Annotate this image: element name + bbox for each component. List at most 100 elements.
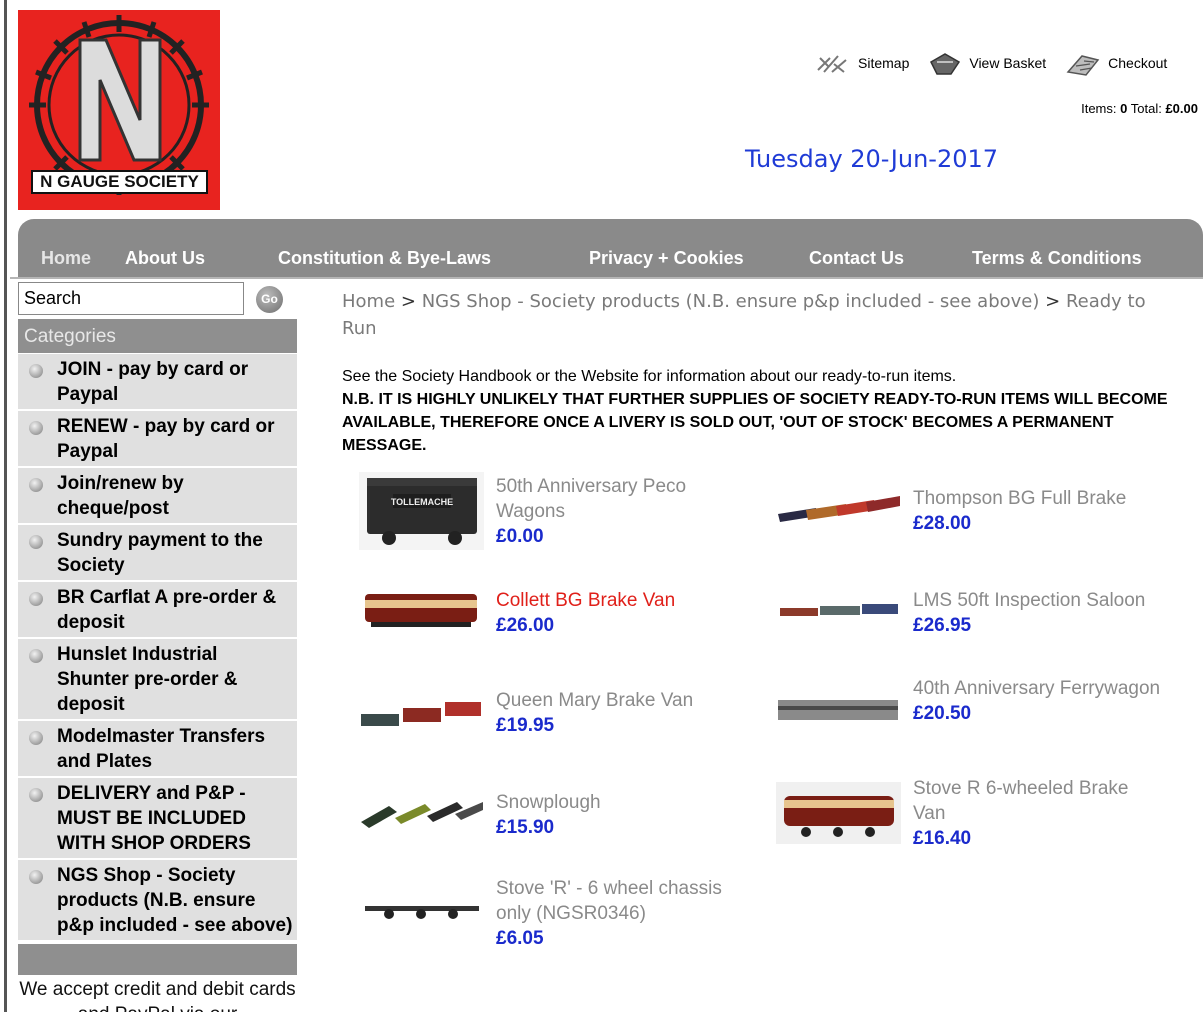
product-image-stove-chassis[interactable] (359, 888, 484, 928)
nav-about-us[interactable]: About Us (125, 248, 205, 269)
breadcrumb: Home > NGS Shop - Society products (N.B.… (342, 288, 1182, 342)
product-card[interactable]: TOLLEMACHE 50th Anniversary Peco Wagons … (359, 472, 739, 562)
bullet-icon (29, 364, 43, 378)
checkout-link[interactable]: Checkout (1064, 50, 1167, 76)
category-item-modelmaster[interactable]: Modelmaster Transfers and Plates (18, 721, 297, 778)
product-image-ferrywagon[interactable] (776, 692, 901, 728)
breadcrumb-home[interactable]: Home (342, 291, 395, 312)
view-basket-label: View Basket (969, 55, 1047, 71)
bullet-icon (29, 535, 43, 549)
product-name[interactable]: LMS 50ft Inspection Saloon (913, 588, 1163, 613)
items-label: Items: (1081, 101, 1117, 116)
bullet-icon (29, 731, 43, 745)
product-price: £26.00 (496, 615, 555, 636)
site-logo[interactable]: N GAUGE SOCIETY (18, 10, 220, 210)
bullet-icon (29, 421, 43, 435)
search-input[interactable] (18, 282, 244, 315)
category-label: DELIVERY and P&P - MUST BE INCLUDED WITH… (57, 783, 251, 854)
sitemap-link[interactable]: Sitemap (816, 52, 909, 74)
category-item-carflat[interactable]: BR Carflat A pre-order & deposit (18, 582, 297, 639)
basket-total: £0.00 (1165, 101, 1198, 116)
nav-home[interactable]: Home (41, 248, 91, 269)
breadcrumb-category[interactable]: NGS Shop - Society products (N.B. ensure… (422, 291, 1040, 312)
product-name[interactable]: Stove R 6-wheeled Brake Van (913, 776, 1163, 826)
intro-line: See the Society Handbook or the Website … (342, 368, 957, 385)
product-image-thompson-bg[interactable] (776, 484, 901, 534)
product-name[interactable]: Thompson BG Full Brake (913, 486, 1163, 511)
nav-terms-conditions[interactable]: Terms & Conditions (972, 248, 1142, 269)
bullet-icon (29, 649, 43, 663)
category-item-delivery[interactable]: DELIVERY and P&P - MUST BE INCLUDED WITH… (18, 778, 297, 860)
intro-text: See the Society Handbook or the Website … (342, 365, 1192, 457)
product-card[interactable]: Stove R 6-wheeled Brake Van £16.40 (776, 776, 1156, 866)
category-label: Sundry payment to the Society (57, 530, 263, 576)
product-info: Stove 'R' - 6 wheel chassis only (NGSR03… (496, 876, 746, 951)
product-card[interactable]: Queen Mary Brake Van £19.95 (359, 686, 739, 776)
category-label: NGS Shop - Society products (N.B. ensure… (57, 865, 293, 936)
category-item-sundry[interactable]: Sundry payment to the Society (18, 525, 297, 582)
sitemap-label: Sitemap (858, 55, 910, 71)
bullet-icon (29, 788, 43, 802)
product-card[interactable]: Thompson BG Full Brake £28.00 (776, 484, 1156, 574)
product-name[interactable]: Snowplough (496, 790, 746, 815)
product-price: £26.95 (913, 615, 972, 636)
product-price: £20.50 (913, 703, 972, 724)
product-name[interactable]: Stove 'R' - 6 wheel chassis only (NGSR03… (496, 876, 746, 926)
product-info: 40th Anniversary Ferrywagon £20.50 (913, 676, 1163, 726)
category-item-join[interactable]: JOIN - pay by card or Paypal (18, 354, 297, 411)
view-basket-link[interactable]: View Basket (927, 50, 1046, 76)
product-name[interactable]: Queen Mary Brake Van (496, 688, 746, 713)
product-image-snowplough[interactable] (359, 794, 484, 838)
product-price: £16.40 (913, 828, 972, 849)
page-left-rule (4, 0, 7, 1012)
nav-divider (10, 277, 1203, 279)
category-item-renew[interactable]: RENEW - pay by card or Paypal (18, 411, 297, 468)
basket-icon (930, 53, 961, 75)
checkout-label: Checkout (1108, 55, 1168, 71)
product-info: Collett BG Brake Van £26.00 (496, 588, 746, 638)
product-price: £0.00 (496, 526, 544, 547)
categories-heading: Categories (18, 319, 297, 353)
product-info: Thompson BG Full Brake £28.00 (913, 486, 1163, 536)
nav-contact-us[interactable]: Contact Us (809, 248, 904, 269)
product-name[interactable]: 40th Anniversary Ferrywagon (913, 676, 1163, 701)
product-info: 50th Anniversary Peco Wagons £0.00 (496, 474, 746, 549)
total-label: Total: (1130, 101, 1162, 116)
product-price: £28.00 (913, 513, 972, 534)
nav-privacy-cookies[interactable]: Privacy + Cookies (589, 248, 744, 269)
bullet-icon (29, 870, 43, 884)
category-label: Modelmaster Transfers and Plates (57, 726, 266, 772)
logo-brand-text: N GAUGE SOCIETY (31, 170, 208, 194)
product-card[interactable]: LMS 50ft Inspection Saloon £26.95 (776, 586, 1156, 676)
stock-warning: N.B. IT IS HIGHLY UNLIKELY THAT FURTHER … (342, 391, 1168, 454)
product-image-peco-wagon[interactable]: TOLLEMACHE (359, 472, 484, 550)
nav-constitution[interactable]: Constitution & Bye-Laws (278, 248, 491, 269)
category-item-hunslet[interactable]: Hunslet Industrial Shunter pre-order & d… (18, 639, 297, 721)
current-date: Tuesday 20-Jun-2017 (745, 145, 999, 173)
category-item-ngs-shop[interactable]: NGS Shop - Society products (N.B. ensure… (18, 860, 297, 942)
product-image-collett-bg[interactable] (359, 586, 484, 634)
items-count: 0 (1120, 101, 1128, 116)
product-image-stove-r[interactable] (776, 782, 901, 844)
product-info: Stove R 6-wheeled Brake Van £16.40 (913, 776, 1163, 851)
product-name[interactable]: Collett BG Brake Van (496, 588, 746, 613)
checkout-icon (1066, 55, 1100, 76)
product-image-queen-mary[interactable] (359, 692, 484, 742)
main-nav: Home About Us Constitution & Bye-Laws Pr… (18, 219, 1203, 277)
product-card[interactable]: Snowplough £15.90 (359, 788, 739, 878)
category-label: JOIN - pay by card or Paypal (57, 359, 249, 405)
category-item-cheque[interactable]: Join/renew by cheque/post (18, 468, 297, 525)
breadcrumb-separator: > (400, 291, 416, 312)
search-go-button[interactable]: Go (256, 286, 283, 313)
product-image-lms-saloon[interactable] (776, 596, 901, 626)
product-card[interactable]: 40th Anniversary Ferrywagon £20.50 (776, 674, 1160, 764)
product-info: Snowplough £15.90 (496, 790, 746, 840)
bullet-icon (29, 592, 43, 606)
product-card[interactable]: Stove 'R' - 6 wheel chassis only (NGSR03… (359, 876, 739, 966)
product-name[interactable]: 50th Anniversary Peco Wagons (496, 474, 746, 524)
sitemap-icon (817, 55, 847, 73)
category-label: Join/renew by cheque/post (57, 473, 184, 519)
product-price: £15.90 (496, 817, 555, 838)
product-price: £6.05 (496, 928, 544, 949)
product-card[interactable]: Collett BG Brake Van £26.00 (359, 586, 739, 676)
